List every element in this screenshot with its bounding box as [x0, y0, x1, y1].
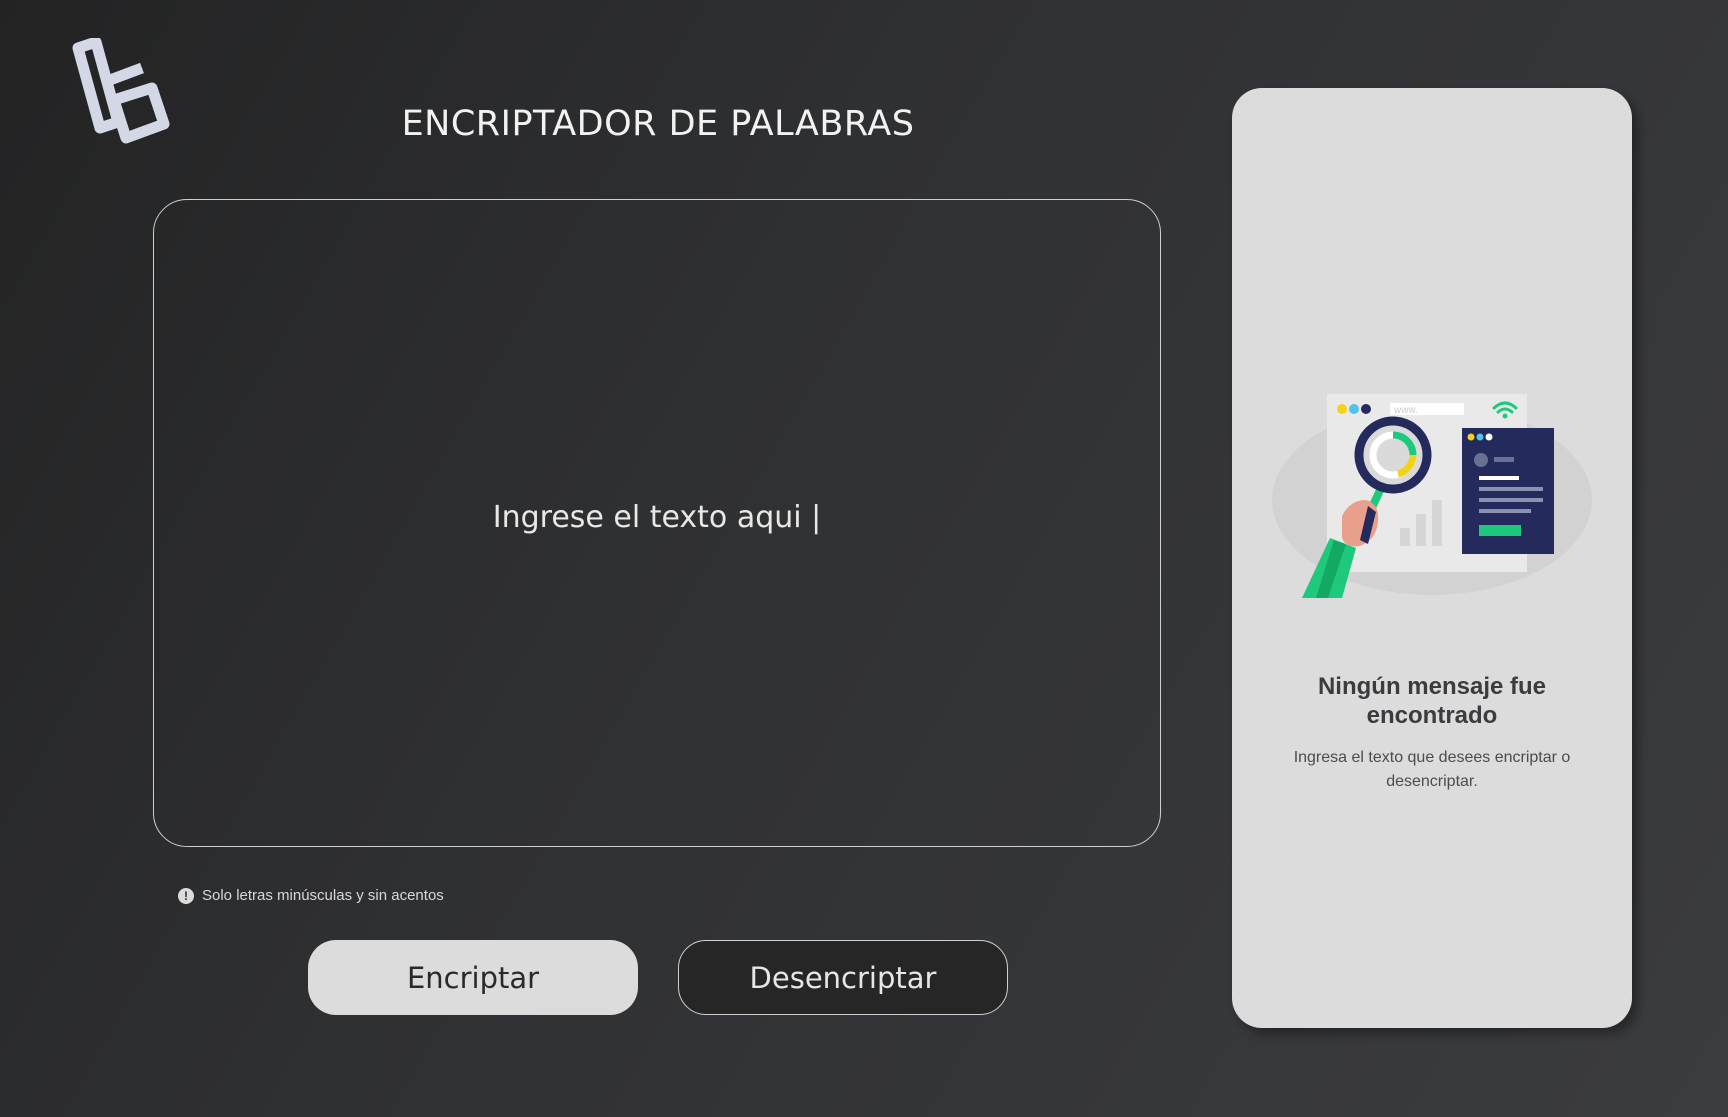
hint-text: Solo letras minúsculas y sin acentos — [202, 887, 444, 904]
encrypt-button[interactable]: Encriptar — [308, 940, 638, 1015]
empty-state-message: Ingresa el texto que desees encriptar o … — [1293, 749, 1571, 790]
magnifier-search-illustration: www. — [1272, 394, 1592, 598]
output-panel: www. Ningún mensaje fue encontrado Ingre… — [1232, 88, 1632, 1028]
info-icon: ! — [178, 887, 194, 904]
decrypt-button[interactable]: Desencriptar — [678, 940, 1008, 1015]
text-input-box — [153, 199, 1161, 847]
svg-text:www.: www. — [1393, 405, 1418, 416]
empty-state-title: Ningún mensaje fue encontrado — [1317, 673, 1547, 729]
hint: ! Solo letras minúsculas y sin acentos — [178, 887, 444, 904]
page-title: ENCRIPTADOR DE PALABRAS — [401, 104, 915, 144]
text-input[interactable] — [154, 200, 1160, 846]
